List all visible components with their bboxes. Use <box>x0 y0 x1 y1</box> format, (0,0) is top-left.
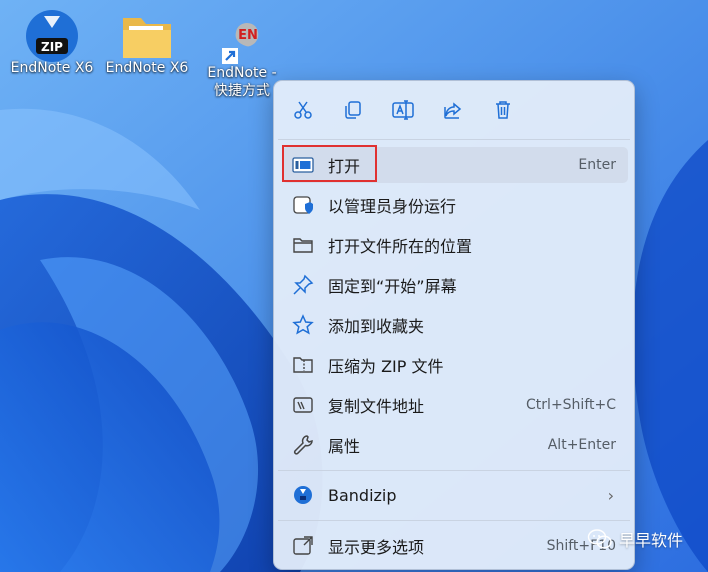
watermark-text: 早早软件 <box>619 531 684 550</box>
copy-button[interactable] <box>336 95 370 125</box>
more-options-icon <box>291 534 315 558</box>
menu-item-bandizip[interactable]: Bandizip › <box>282 477 628 513</box>
menu-item-properties[interactable]: 属性 Alt+Enter <box>282 427 628 463</box>
folder-icon <box>117 8 177 58</box>
menu-separator <box>278 470 630 471</box>
context-menu-toolbar <box>274 81 634 139</box>
endnote-badge: EN <box>238 28 258 43</box>
cut-button[interactable] <box>286 95 320 125</box>
copy-icon <box>345 101 361 119</box>
folder-outline-icon <box>291 233 315 257</box>
menu-item-label: 属性 <box>328 437 361 456</box>
wrench-icon <box>291 433 315 457</box>
menu-item-run-as-admin[interactable]: 以管理员身份运行 <box>282 187 628 223</box>
menu-item-shortcut: Alt+Enter <box>547 437 616 453</box>
menu-item-label: 添加到收藏夹 <box>328 317 425 336</box>
menu-item-shortcut: Ctrl+Shift+C <box>526 397 616 413</box>
menu-item-copy-path[interactable]: 复制文件地址 Ctrl+Shift+C <box>282 387 628 423</box>
delete-button[interactable] <box>486 95 520 125</box>
watermark: 早早软件 <box>587 527 683 551</box>
zip-app-icon: ZIP <box>22 8 82 62</box>
desktop-icon-label-line1: EndNote - <box>207 65 277 81</box>
menu-item-label: 压缩为 ZIP 文件 <box>328 357 444 376</box>
rename-icon <box>392 100 414 120</box>
desktop-icon-endnote-zip[interactable]: ZIP EndNote X6 <box>4 8 100 77</box>
menu-item-label: 以管理员身份运行 <box>328 197 457 216</box>
zip-folder-icon <box>291 353 315 377</box>
star-icon <box>291 313 315 337</box>
wechat-icon <box>587 529 612 549</box>
copy-path-icon <box>291 393 315 417</box>
bandizip-icon <box>291 483 315 507</box>
delete-icon <box>496 101 510 119</box>
cut-icon <box>294 101 312 119</box>
menu-item-label: 复制文件地址 <box>328 397 425 416</box>
pin-icon <box>291 273 315 297</box>
menu-item-add-to-favorites[interactable]: 添加到收藏夹 <box>282 307 628 343</box>
menu-item-compress-zip[interactable]: 压缩为 ZIP 文件 <box>282 347 628 383</box>
highlight-box <box>282 145 377 182</box>
menu-separator <box>278 520 630 521</box>
menu-item-label: Bandizip <box>328 485 397 505</box>
toolbar-separator <box>278 139 630 140</box>
menu-item-pin-to-start[interactable]: 固定到“开始”屏幕 <box>282 267 628 303</box>
rename-button[interactable] <box>386 95 420 125</box>
menu-item-label: 打开文件所在的位置 <box>328 237 473 256</box>
share-button[interactable] <box>436 95 470 125</box>
menu-item-open-file-location[interactable]: 打开文件所在的位置 <box>282 227 628 263</box>
chevron-right-icon: › <box>607 485 614 505</box>
menu-item-label: 显示更多选项 <box>328 538 425 557</box>
menu-item-shortcut: Enter <box>578 157 616 173</box>
share-icon <box>444 102 462 119</box>
svg-text:ZIP: ZIP <box>41 40 63 54</box>
menu-item-label: 固定到“开始”屏幕 <box>328 277 457 296</box>
menu-item-show-more-options[interactable]: 显示更多选项 Shift+F10 <box>282 528 628 564</box>
desktop-icon-endnote-folder[interactable]: EndNote X6 <box>99 8 195 77</box>
run-as-admin-icon <box>291 193 315 217</box>
endnote-shortcut-icon: EN <box>212 12 272 64</box>
